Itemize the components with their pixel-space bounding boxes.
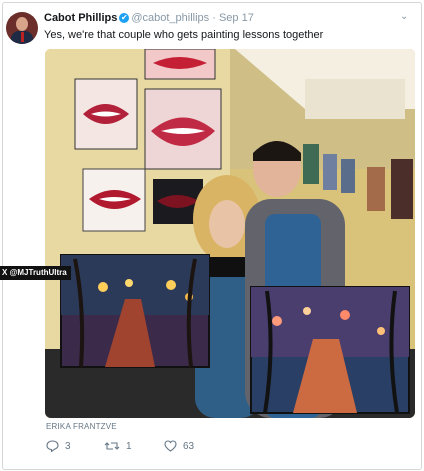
lip-painting-1 bbox=[74, 78, 138, 150]
tweet-date[interactable]: Sep 17 bbox=[219, 12, 254, 24]
author-name[interactable]: Cabot Phillips bbox=[44, 12, 117, 24]
like-count: 63 bbox=[183, 440, 195, 452]
like-button[interactable]: 63 bbox=[164, 440, 194, 452]
held-painting-left bbox=[60, 254, 210, 368]
avatar-head bbox=[16, 17, 28, 31]
tweet-photo[interactable] bbox=[45, 49, 415, 418]
lip-painting-2 bbox=[144, 88, 222, 170]
author-handle[interactable]: @cabot_phillips bbox=[131, 12, 209, 24]
lip-painting-3 bbox=[144, 49, 216, 80]
avatar-tie bbox=[21, 32, 24, 42]
separator: · bbox=[212, 12, 216, 24]
retweet-button[interactable]: 1 bbox=[104, 440, 132, 452]
lip-painting-4 bbox=[82, 168, 146, 232]
avatar[interactable] bbox=[6, 12, 38, 44]
photo-illustration bbox=[45, 49, 415, 418]
reply-count: 3 bbox=[65, 440, 71, 452]
x-logo-icon: X bbox=[2, 268, 8, 277]
verified-badge-icon: ✔ bbox=[119, 13, 130, 24]
chevron-down-icon[interactable]: ⌄ bbox=[400, 11, 408, 22]
watermark-text: @MJTruthUltra bbox=[9, 268, 67, 277]
retweet-count: 1 bbox=[126, 440, 132, 452]
image-credit: ERIKA FRANTZVE bbox=[46, 422, 117, 431]
retweet-icon bbox=[104, 442, 120, 450]
tweet-text: Yes, we're that couple who gets painting… bbox=[44, 29, 324, 41]
tweet-header: Cabot Phillips ✔ @cabot_phillips · Sep 17 bbox=[44, 12, 254, 24]
reply-icon bbox=[46, 440, 59, 452]
reply-button[interactable]: 3 bbox=[46, 440, 71, 452]
like-icon bbox=[164, 440, 177, 452]
watermark-badge: X @MJTruthUltra bbox=[0, 266, 71, 280]
held-painting-right bbox=[250, 286, 410, 414]
